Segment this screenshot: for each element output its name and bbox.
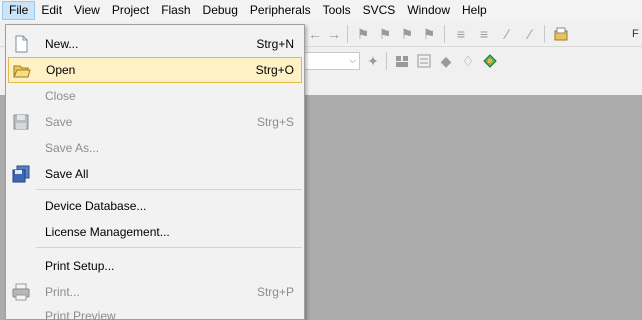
menu-item-label: Device Database... [45, 199, 147, 213]
menu-project[interactable]: Project [106, 1, 155, 20]
menu-help[interactable]: Help [456, 1, 493, 20]
menu-peripherals[interactable]: Peripherals [244, 1, 317, 20]
menu-file[interactable]: File [2, 1, 36, 20]
new-file-icon [12, 35, 30, 53]
file-menu: New... Strg+N Open Strg+O Close Save Str… [5, 24, 305, 320]
menu-item-label: Save [45, 115, 73, 129]
chevron-down-icon: ⌵ [349, 55, 356, 65]
menu-item-shortcut: Strg+O [255, 63, 294, 77]
menu-item-open[interactable]: Open Strg+O [8, 57, 302, 83]
menu-item-close[interactable]: Close [8, 83, 302, 109]
options-icon[interactable] [415, 52, 433, 70]
pack-installer-icon[interactable]: ♢ [459, 52, 477, 70]
component-icon[interactable] [481, 52, 499, 70]
menu-item-license-management[interactable]: License Management... [8, 219, 302, 245]
menu-window[interactable]: Window [401, 1, 456, 20]
bookmark-next-icon[interactable]: ⚑ [398, 25, 416, 43]
target-select[interactable]: ⌵ [300, 52, 360, 70]
menu-bar: File Edit View Project Flash Debug Perip… [0, 0, 642, 21]
menu-view[interactable]: View [68, 1, 106, 20]
menu-item-label: New... [45, 37, 79, 51]
menu-item-print-preview[interactable]: Print Preview [8, 303, 302, 320]
open-folder-icon [13, 62, 31, 80]
menu-item-save-as[interactable]: Save As... [8, 135, 302, 161]
menu-item-label: Print Setup... [45, 259, 115, 273]
menu-item-save-all[interactable]: Save All [8, 161, 302, 187]
menu-separator [36, 247, 302, 248]
find-in-files-icon[interactable] [552, 25, 570, 43]
bookmark-prev-icon[interactable]: ⚑ [376, 25, 394, 43]
menu-item-shortcut: Strg+P [256, 285, 294, 299]
menu-svcs[interactable]: SVCS [357, 1, 402, 20]
toolbar-separator [347, 25, 348, 43]
forward-arrow-icon[interactable]: → [325, 25, 343, 43]
toolbar-separator [386, 52, 387, 70]
back-arrow-icon[interactable]: ← [306, 25, 324, 43]
print-icon [12, 283, 30, 301]
menu-item-print[interactable]: Print... Strg+P [8, 279, 302, 305]
toolbar-truncated-label: F [632, 28, 639, 40]
menu-item-label: License Management... [45, 225, 170, 239]
menu-item-label: Save All [45, 167, 89, 181]
comment-icon[interactable]: ∕ [498, 25, 516, 43]
menu-edit[interactable]: Edit [35, 1, 68, 20]
menu-item-device-database[interactable]: Device Database... [8, 193, 302, 219]
menu-item-label: Print Preview [45, 309, 116, 320]
menu-item-label: Close [45, 89, 76, 103]
indent-icon[interactable]: ≡ [452, 25, 470, 43]
menu-debug[interactable]: Debug [197, 1, 244, 20]
menu-flash[interactable]: Flash [155, 1, 196, 20]
toolbar-separator [544, 25, 545, 43]
menu-item-label: Open [46, 63, 76, 77]
manage-project-icon[interactable] [393, 52, 411, 70]
save-all-icon [12, 165, 30, 183]
bookmark-clear-icon[interactable]: ⚑ [420, 25, 438, 43]
menu-item-shortcut: Strg+N [256, 37, 294, 51]
menu-item-label: Print... [45, 285, 80, 299]
menu-separator [36, 189, 302, 190]
diamond-icon[interactable]: ◆ [437, 52, 455, 70]
menu-item-save[interactable]: Save Strg+S [8, 109, 302, 135]
toolbar-separator [444, 25, 445, 43]
menu-item-shortcut: Strg+S [256, 115, 294, 129]
wizard-icon[interactable]: ✦ [364, 52, 382, 70]
save-icon [12, 113, 30, 131]
menu-item-label: Save As... [45, 141, 100, 155]
menu-item-new[interactable]: New... Strg+N [8, 31, 302, 57]
unindent-icon[interactable]: ≡ [475, 25, 493, 43]
uncomment-icon[interactable]: ∕ [521, 25, 539, 43]
menu-item-print-setup[interactable]: Print Setup... [8, 253, 302, 279]
menu-tools[interactable]: Tools [317, 1, 357, 20]
bookmark-icon[interactable]: ⚑ [354, 25, 372, 43]
